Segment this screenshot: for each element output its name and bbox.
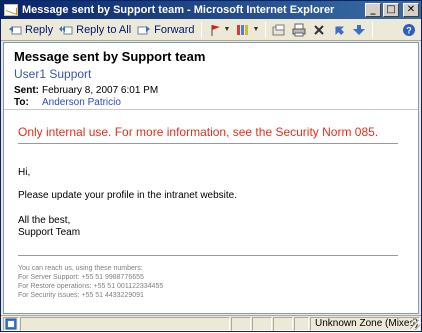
chevron-down-icon: ▼: [223, 26, 231, 33]
close-button[interactable]: ✕: [403, 3, 419, 17]
categories-icon: [237, 24, 249, 35]
resize-grip[interactable]: [410, 320, 420, 330]
footer-line: You can reach us, using these numbers:: [18, 265, 143, 272]
footer-divider: [18, 255, 398, 256]
reply-all-label: Reply to All: [76, 23, 132, 36]
message-sender[interactable]: User1 Support: [14, 67, 91, 81]
status-cell: [231, 317, 251, 331]
status-text-cell: [20, 317, 230, 331]
flag-icon: [211, 24, 220, 36]
svg-text:?: ?: [406, 25, 412, 35]
toolbar-separator: [372, 21, 374, 38]
next-item-button[interactable]: [349, 21, 369, 39]
down-arrow-icon: [353, 24, 366, 35]
toolbar: Reply Reply to All Forward ▼ ▼ ?: [1, 19, 421, 41]
window-title: Message sent by Support team - Microsoft…: [22, 4, 335, 16]
header-divider: [4, 109, 418, 110]
to-row: To: Anderson Patricio: [14, 97, 121, 108]
message-subject: Message sent by Support team: [14, 49, 206, 64]
help-button[interactable]: ?: [399, 21, 419, 39]
ie-window: Message sent by Support team - Microsoft…: [0, 0, 422, 332]
security-zone[interactable]: Unknown Zone (Mixed): [310, 317, 420, 331]
status-cell: [252, 317, 272, 331]
reply-label: Reply: [25, 23, 54, 36]
status-page-cell: [3, 317, 19, 331]
delete-icon: [314, 24, 325, 35]
signature: Support Team: [18, 227, 81, 238]
greeting: Hi,: [18, 167, 31, 178]
status-cell: [273, 317, 293, 331]
follow-up-flag-button[interactable]: ▼: [205, 21, 234, 39]
reply-button[interactable]: Reply: [5, 21, 56, 39]
forward-button[interactable]: Forward: [134, 21, 197, 39]
reply-icon: [9, 25, 22, 34]
status-cell: [294, 317, 309, 331]
print-icon: [292, 23, 306, 36]
sent-value: February 8, 2007 6:01 PM: [42, 85, 159, 96]
sent-label: Sent:: [14, 85, 39, 96]
security-warning: Only internal use. For more information,…: [18, 125, 379, 139]
maximize-button[interactable]: □: [383, 3, 399, 17]
minimize-button[interactable]: _: [365, 3, 381, 17]
up-arrow-icon: [335, 25, 345, 35]
footer-line: For Security issues: +55 51 4433229091: [18, 292, 144, 299]
categories-button[interactable]: ▼: [233, 21, 262, 39]
toolbar-separator: [200, 21, 202, 38]
footer-line: For Server Support: +55 51 9988776655: [18, 274, 144, 281]
to-recipient[interactable]: Anderson Patricio: [42, 97, 121, 108]
print-button[interactable]: [289, 21, 309, 39]
delete-button[interactable]: [309, 21, 329, 39]
title-bar[interactable]: Message sent by Support team - Microsoft…: [1, 1, 421, 19]
warning-divider: [18, 143, 398, 144]
chevron-down-icon: ▼: [252, 26, 260, 33]
forward-label: Forward: [154, 23, 195, 36]
closing: All the best,: [18, 215, 71, 226]
forward-icon: [137, 25, 151, 34]
move-button[interactable]: [269, 21, 289, 39]
move-to-folder-icon: [272, 24, 285, 35]
toolbar-separator: [265, 21, 267, 38]
message-view[interactable]: Message sent by Support team User1 Suppo…: [3, 42, 419, 314]
to-label: To:: [14, 97, 29, 108]
status-bar: Unknown Zone (Mixed): [1, 315, 421, 331]
previous-item-button[interactable]: [329, 21, 349, 39]
body-text: Please update your profile in the intran…: [18, 190, 238, 201]
sent-row: Sent: February 8, 2007 6:01 PM: [14, 85, 158, 96]
window-controls: _ □ ✕: [365, 3, 419, 17]
reply-all-icon: [59, 25, 73, 34]
page-icon: [5, 318, 17, 330]
envelope-icon: [4, 4, 18, 16]
help-icon: ?: [403, 23, 415, 36]
reply-all-button[interactable]: Reply to All: [56, 21, 134, 39]
footer-line: For Restore operations: +55 51 001122334…: [18, 283, 164, 290]
